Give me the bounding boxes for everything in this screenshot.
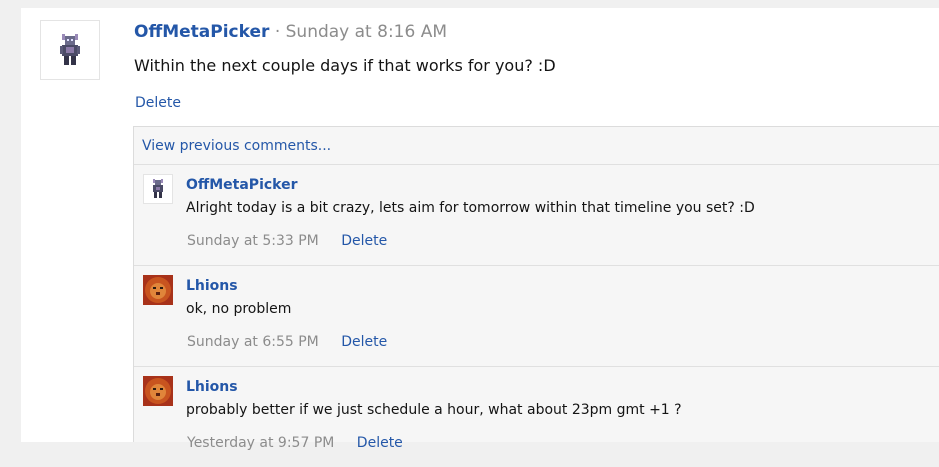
comment-delete-link[interactable]: Delete: [357, 435, 403, 451]
armored-character-icon: [60, 34, 80, 65]
comment-text: Alright today is a bit crazy, lets aim f…: [186, 200, 755, 216]
comment-avatar[interactable]: [143, 275, 173, 305]
view-previous-comments-link[interactable]: View previous comments...: [142, 138, 331, 154]
lion-icon: [143, 376, 173, 406]
comment-text: probably better if we just schedule a ho…: [186, 402, 682, 418]
comment-item: Lhions probably better if we just schedu…: [134, 367, 939, 467]
comment-timestamp[interactable]: Sunday at 6:55 PM: [187, 334, 319, 350]
comment-avatar[interactable]: [143, 376, 173, 406]
comment-author-link[interactable]: Lhions: [186, 379, 238, 395]
post-delete-link[interactable]: Delete: [135, 95, 181, 111]
header-separator: ·: [274, 22, 281, 42]
post-timestamp[interactable]: Sunday at 8:16 AM: [286, 22, 447, 42]
comment-meta: Sunday at 6:55 PM Delete: [187, 334, 387, 350]
armored-character-icon: [153, 179, 163, 198]
comment-delete-link[interactable]: Delete: [341, 334, 387, 350]
comment-timestamp[interactable]: Sunday at 5:33 PM: [187, 233, 319, 249]
post-author-avatar[interactable]: [40, 20, 100, 80]
comment-delete-link[interactable]: Delete: [341, 233, 387, 249]
comment-text: ok, no problem: [186, 301, 292, 317]
post-author-link[interactable]: OffMetaPicker: [134, 22, 269, 42]
comment-item: OffMetaPicker Alright today is a bit cra…: [134, 165, 939, 265]
post-message: Within the next couple days if that work…: [134, 56, 556, 75]
lion-icon: [143, 275, 173, 305]
comments-section: View previous comments... OffMetaPicker …: [133, 126, 939, 451]
post-header: OffMetaPicker · Sunday at 8:16 AM: [134, 22, 447, 42]
comment-timestamp[interactable]: Yesterday at 9:57 PM: [187, 435, 334, 451]
comment-author-link[interactable]: OffMetaPicker: [186, 177, 298, 193]
comment-author-link[interactable]: Lhions: [186, 278, 238, 294]
comment-meta: Yesterday at 9:57 PM Delete: [187, 435, 403, 451]
comment-item: Lhions ok, no problem Sunday at 6:55 PM …: [134, 266, 939, 366]
comment-meta: Sunday at 5:33 PM Delete: [187, 233, 387, 249]
comment-avatar[interactable]: [143, 174, 173, 204]
